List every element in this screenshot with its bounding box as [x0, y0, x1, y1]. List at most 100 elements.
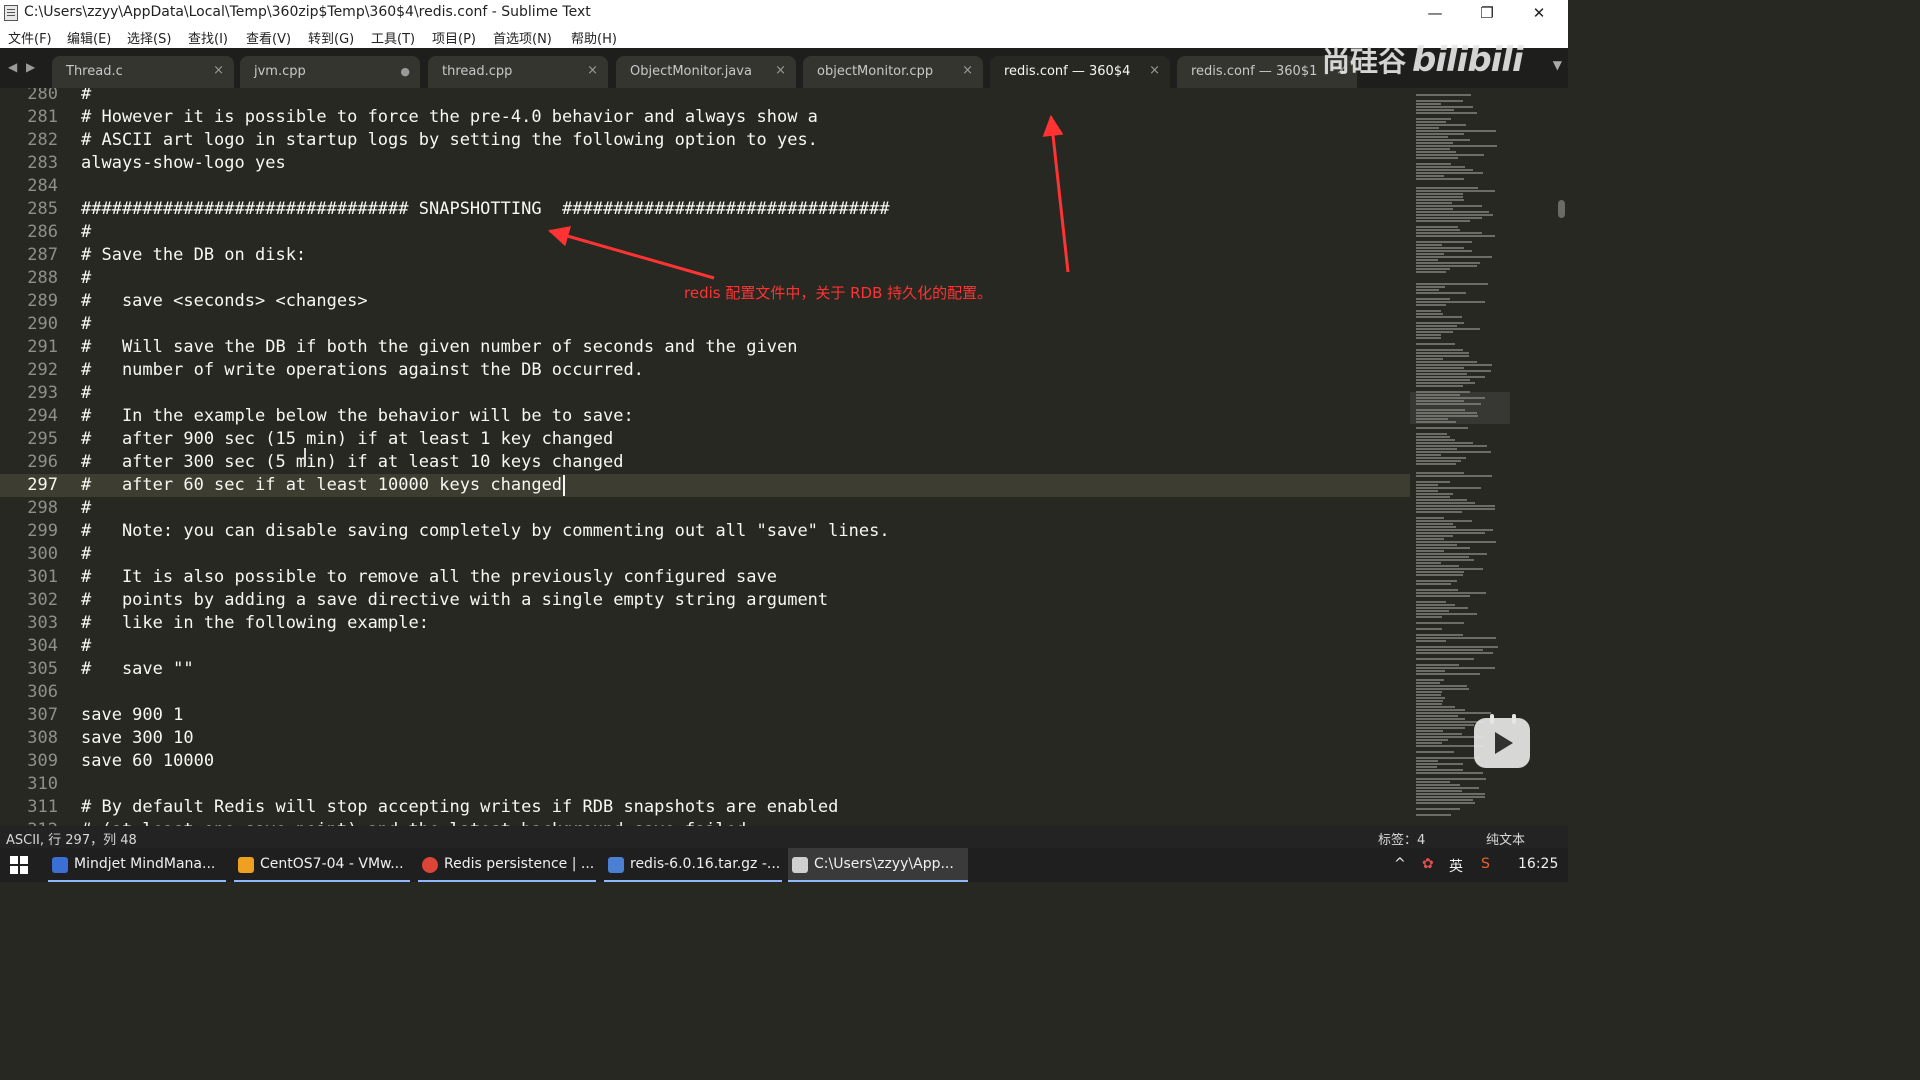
minimap-line [1416, 721, 1484, 723]
minimap-line [1416, 355, 1469, 357]
minimap-line [1416, 814, 1451, 816]
minimap-line [1416, 421, 1456, 423]
minimap-line [1416, 247, 1464, 249]
minimap-line [1416, 343, 1455, 345]
minimap-line [1416, 802, 1475, 804]
taskbar-label: redis-6.0.16.tar.gz -... [630, 856, 781, 872]
tab-size-status[interactable]: 标签：4 [1378, 829, 1425, 848]
taskbar-chrome[interactable]: Redis persistence | ... [418, 848, 596, 882]
minimap-line [1416, 208, 1453, 210]
minimap[interactable] [1410, 88, 1555, 826]
minimap-line [1416, 787, 1479, 789]
taskbar-sublime[interactable]: C:\Users\zzyy\App... [788, 848, 968, 882]
minimap-line [1416, 688, 1469, 690]
vertical-scrollbar[interactable] [1555, 88, 1568, 826]
taskbar-running-indicator [788, 880, 968, 882]
minimap-line [1416, 781, 1450, 783]
minimap-line [1416, 538, 1444, 540]
minimap-line [1416, 673, 1480, 675]
minimap-line [1416, 259, 1438, 261]
clock[interactable]: 16:25 [1518, 856, 1558, 872]
minimap-line [1416, 265, 1477, 267]
minimap-line [1416, 379, 1470, 381]
taskbar-archive[interactable]: redis-6.0.16.tar.gz -... [604, 848, 782, 882]
taskbar-running-indicator [418, 880, 596, 882]
minimap-line [1416, 382, 1475, 384]
minimap-line [1416, 637, 1496, 639]
minimap-line [1416, 412, 1477, 414]
minimap-line [1416, 403, 1481, 405]
minimap-line [1416, 142, 1453, 144]
minimap-line [1416, 202, 1452, 204]
annotation-arrows [547, 114, 1070, 280]
minimap-line [1416, 760, 1438, 762]
minimap-line [1416, 418, 1448, 420]
minimap-line [1416, 322, 1464, 324]
taskbar-vmware[interactable]: CentOS7-04 - VMw... [234, 848, 410, 882]
tray-sogou-icon[interactable]: S [1481, 856, 1490, 872]
minimap-line [1416, 457, 1466, 459]
minimap-line [1416, 634, 1463, 636]
minimap-line [1416, 268, 1450, 270]
minimap-line [1416, 232, 1482, 234]
minimap-line [1416, 460, 1461, 462]
minimap-line [1416, 535, 1453, 537]
minimap-line [1416, 487, 1481, 489]
scroll-thumb[interactable] [1558, 200, 1565, 218]
minimap-line [1416, 739, 1448, 741]
minimap-line [1416, 475, 1492, 477]
minimap-line [1416, 685, 1467, 687]
mindmanager-icon [52, 857, 68, 873]
minimap-line [1416, 451, 1491, 453]
windows-taskbar: Mindjet MindMana... CentOS7-04 - VMw... … [0, 848, 1568, 882]
minimap-line [1416, 121, 1446, 123]
minimap-line [1416, 325, 1457, 327]
minimap-line [1416, 400, 1464, 402]
minimap-line [1416, 367, 1464, 369]
minimap-line [1416, 124, 1466, 126]
minimap-line [1416, 769, 1463, 771]
sublime-icon [792, 857, 808, 873]
chrome-icon [422, 857, 438, 873]
syntax-status[interactable]: 纯文本 [1486, 829, 1525, 848]
tray-app-icon[interactable]: ✿ [1422, 856, 1434, 872]
taskbar-mindmanager[interactable]: Mindjet MindMana... [48, 848, 226, 882]
minimap-line [1416, 715, 1458, 717]
minimap-line [1416, 235, 1495, 237]
tray-chevron-icon[interactable]: ^ [1394, 856, 1406, 872]
minimap-line [1416, 505, 1495, 507]
minimap-line [1416, 508, 1495, 510]
minimap-line [1416, 547, 1470, 549]
minimap-line [1416, 589, 1458, 591]
minimap-line [1416, 745, 1483, 747]
windows-start-icon[interactable] [10, 856, 28, 874]
minimap-line [1416, 544, 1457, 546]
minimap-line [1416, 553, 1487, 555]
minimap-line [1416, 370, 1491, 372]
minimap-line [1416, 196, 1463, 198]
minimap-line [1416, 103, 1441, 105]
minimap-line [1416, 592, 1486, 594]
video-play-icon[interactable] [1474, 718, 1530, 768]
minimap-line [1416, 445, 1487, 447]
minimap-line [1416, 778, 1486, 780]
minimap-line [1416, 763, 1463, 765]
minimap-line [1416, 529, 1493, 531]
minimap-line [1416, 658, 1474, 660]
minimap-line [1416, 391, 1470, 393]
minimap-line [1416, 601, 1446, 603]
minimap-line [1416, 130, 1496, 132]
minimap-line [1416, 682, 1440, 684]
minimap-line [1416, 145, 1497, 147]
minimap-line [1416, 301, 1485, 303]
minimap-line [1416, 205, 1482, 207]
minimap-line [1416, 220, 1470, 222]
minimap-line [1416, 757, 1481, 759]
minimap-line [1416, 607, 1468, 609]
archive-icon [608, 857, 624, 873]
minimap-line [1416, 394, 1460, 396]
minimap-line [1416, 175, 1444, 177]
minimap-line [1416, 808, 1460, 810]
minimap-line [1416, 286, 1445, 288]
ime-indicator[interactable]: 英 [1449, 856, 1463, 876]
